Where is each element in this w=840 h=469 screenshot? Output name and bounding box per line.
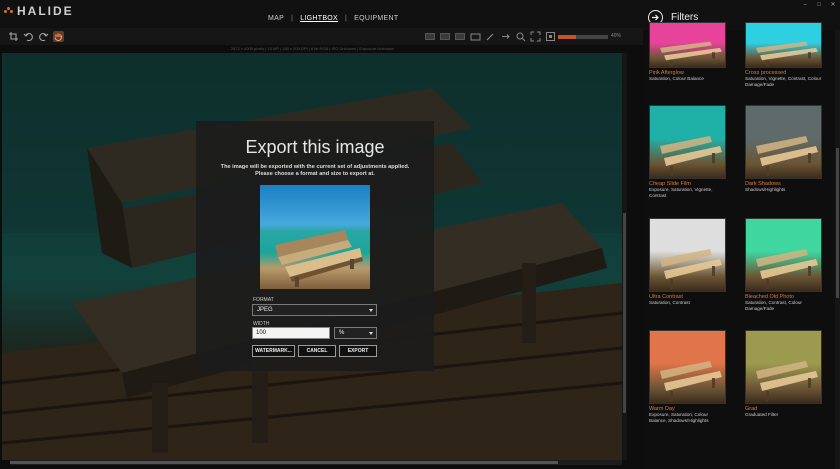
zoom-slider-fill: [558, 35, 576, 39]
view-split-icon[interactable]: [455, 33, 465, 40]
horizontal-scrollbar[interactable]: [10, 460, 622, 465]
filter-thumbnail: [745, 218, 822, 292]
filter-tile[interactable]: Grad Graduated Filter: [745, 330, 822, 418]
filters-panel: Filters – □ ✕ Pink Afterglow Saturation, …: [643, 0, 840, 469]
view-single-icon[interactable]: [425, 33, 435, 40]
arrow-right-icon: [652, 14, 659, 21]
filter-thumbnail: [745, 330, 822, 404]
app-logo: HALIDE: [4, 4, 74, 18]
filter-adjustments: Saturation, Contrast, Colour Damage/Fade: [745, 300, 802, 311]
width-input[interactable]: 100: [252, 327, 330, 339]
minimize-button[interactable]: –: [798, 0, 812, 10]
top-navigation: MAP | LIGHTBOX | EQUIPMENT: [268, 15, 398, 22]
filter-tile[interactable]: Cheap Slide Film Exposure, Saturation, Vi…: [649, 105, 726, 198]
format-label: FORMAT: [253, 297, 274, 303]
horizontal-scroll-thumb[interactable]: [10, 461, 558, 464]
watermark-button[interactable]: WATERMARK...: [252, 345, 295, 357]
filters-scrollbar[interactable]: [835, 30, 840, 469]
dialog-description-line2: Please choose a format and size to expor…: [255, 171, 375, 177]
cancel-button[interactable]: CANCEL: [298, 345, 336, 357]
nav-equipment[interactable]: EQUIPMENT: [354, 15, 398, 22]
dialog-description-line1: The image will be exported with the curr…: [220, 164, 410, 170]
logo-mark-icon: [4, 7, 14, 15]
filter-adjustments: Saturation, Contrast: [649, 300, 690, 305]
filters-scroll-thumb[interactable]: [836, 148, 839, 298]
nav-map[interactable]: MAP: [268, 15, 284, 22]
filter-adjustments: Graduated Filter: [745, 412, 779, 417]
toolbar: [0, 28, 643, 45]
filter-thumbnail: [745, 22, 822, 68]
filter-adjustments: Saturation, Vignette, Contrast, Colour D…: [745, 76, 822, 87]
format-dropdown[interactable]: JPEG: [252, 304, 377, 316]
fullscreen-icon[interactable]: [545, 31, 556, 42]
nav-separator: |: [345, 15, 348, 22]
maximize-button[interactable]: □: [812, 0, 826, 10]
unit-value: %: [339, 330, 345, 336]
filter-tile[interactable]: Dark Shadows Shadows/Highlights: [745, 105, 822, 193]
preview-bench-art: [275, 230, 363, 287]
dialog-title: Export this image: [245, 137, 385, 157]
window-controls: – □ ✕: [798, 0, 840, 10]
filter-adjustments: Shadows/Highlights: [745, 187, 786, 192]
filter-adjustments: Exposure, Saturation, Colour Balance, Sh…: [649, 412, 709, 423]
eyedropper-icon[interactable]: [485, 31, 496, 42]
unit-dropdown[interactable]: %: [334, 327, 377, 339]
filter-thumbnail: [649, 105, 726, 179]
title-bar: HALIDE MAP | LIGHTBOX | EQUIPMENT: [0, 0, 643, 28]
export-preview-thumbnail: [260, 185, 370, 289]
filter-tile[interactable]: Ultra Contrast Saturation, Contrast: [649, 218, 726, 306]
hand-icon[interactable]: [53, 31, 64, 42]
view-grid-icon[interactable]: [440, 33, 450, 40]
vertical-scrollbar[interactable]: [622, 53, 627, 460]
filter-tile[interactable]: Warm Day Exposure, Saturation, Colour Bal…: [649, 330, 726, 423]
fit-screen-icon[interactable]: [530, 31, 541, 42]
close-button[interactable]: ✕: [826, 0, 840, 10]
filter-tile[interactable]: Cross processed Saturation, Vignette, Con…: [745, 22, 822, 87]
dialog-description: The image will be exported with the curr…: [206, 164, 424, 178]
vertical-scroll-thumb[interactable]: [623, 213, 626, 413]
export-button[interactable]: EXPORT: [339, 345, 377, 357]
rotate-left-icon[interactable]: [23, 31, 34, 42]
zoom-icon[interactable]: [515, 31, 526, 42]
filter-thumbnail: [649, 218, 726, 292]
filter-adjustments: Exposure, Saturation, Vignette, Contrast: [649, 187, 713, 198]
nav-lightbox[interactable]: LIGHTBOX: [300, 15, 338, 22]
compare-icon[interactable]: [500, 31, 511, 42]
histogram-icon[interactable]: [470, 31, 481, 42]
filter-thumbnail: [649, 330, 726, 404]
filter-thumbnail: [745, 105, 822, 179]
chevron-down-icon: [369, 309, 373, 312]
chevron-down-icon: [369, 332, 373, 335]
filter-tile[interactable]: Bleached Old Photo Saturation, Contrast, …: [745, 218, 822, 311]
width-value: 100: [256, 330, 267, 336]
app-name: HALIDE: [17, 4, 74, 18]
format-value: JPEG: [257, 307, 273, 313]
nav-separator: |: [291, 15, 294, 22]
filter-adjustments: Saturation, Colour Balance: [649, 76, 704, 81]
export-dialog: Export this image The image will be expo…: [196, 121, 434, 371]
rotate-right-icon[interactable]: [38, 31, 49, 42]
zoom-level: 40%: [611, 33, 622, 39]
zoom-slider[interactable]: [558, 35, 608, 39]
filter-thumbnail: [649, 22, 726, 68]
crop-icon[interactable]: [8, 31, 19, 42]
filter-tile[interactable]: Pink Afterglow Saturation, Colour Balance: [649, 22, 726, 82]
image-info: 2672 x 4000 pixels | 10 MP | 180 x 200 D…: [230, 46, 395, 51]
